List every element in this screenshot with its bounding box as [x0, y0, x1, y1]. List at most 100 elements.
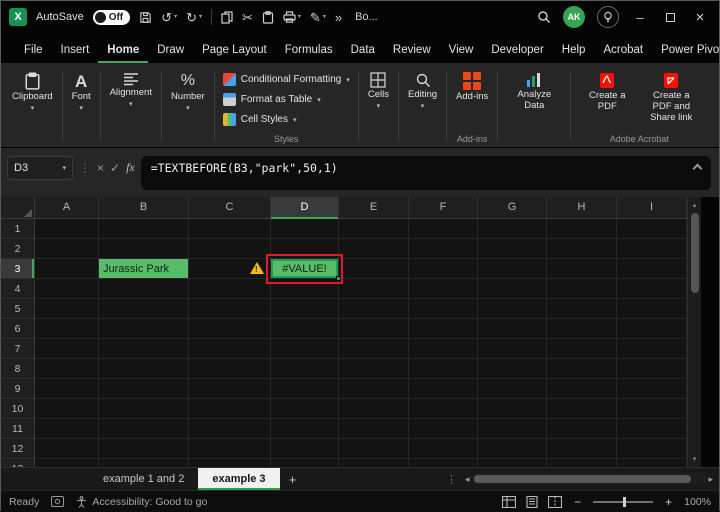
ribbon-tab-view[interactable]: View: [440, 38, 483, 63]
column-header-G[interactable]: G: [478, 197, 547, 219]
cancel-entry-button[interactable]: ×: [97, 156, 104, 175]
cell-G6[interactable]: [478, 319, 547, 339]
cell-B5[interactable]: [99, 299, 189, 319]
font-button[interactable]: A Font ▾: [67, 65, 96, 115]
cell-C11[interactable]: [189, 419, 271, 439]
cell-B4[interactable]: [99, 279, 189, 299]
row-header-1[interactable]: 1: [1, 219, 35, 239]
cell-A10[interactable]: [35, 399, 99, 419]
cell-I1[interactable]: [617, 219, 687, 239]
sheet-tab-example-1-and-2[interactable]: example 1 and 2: [89, 468, 198, 490]
cell-E1[interactable]: [339, 219, 409, 239]
cell-G2[interactable]: [478, 239, 547, 259]
column-header-C[interactable]: C: [189, 197, 271, 219]
cell-G1[interactable]: [478, 219, 547, 239]
cell-G10[interactable]: [478, 399, 547, 419]
undo-button[interactable]: ↺ ▾: [161, 11, 177, 24]
cell-D13[interactable]: [271, 459, 339, 467]
cell-C8[interactable]: [189, 359, 271, 379]
cell-D5[interactable]: [271, 299, 339, 319]
autosave-toggle[interactable]: Off: [92, 9, 131, 25]
cell-D6[interactable]: [271, 319, 339, 339]
sheetbar-splitter[interactable]: ⋮: [440, 468, 463, 490]
cell-G4[interactable]: [478, 279, 547, 299]
create-pdf-share-button[interactable]: Create a PDF and Share link: [639, 65, 703, 126]
add-sheet-button[interactable]: +: [280, 468, 306, 490]
cell-C13[interactable]: [189, 459, 271, 467]
cell-B10[interactable]: [99, 399, 189, 419]
cell-A1[interactable]: [35, 219, 99, 239]
cell-G11[interactable]: [478, 419, 547, 439]
cell-A7[interactable]: [35, 339, 99, 359]
cell-C7[interactable]: [189, 339, 271, 359]
scroll-left-icon[interactable]: ◂: [465, 474, 470, 485]
horizontal-scrollbar[interactable]: ◂ ▸: [463, 468, 719, 490]
cell-H4[interactable]: [547, 279, 617, 299]
cell-F12[interactable]: [409, 439, 478, 459]
column-header-A[interactable]: A: [35, 197, 99, 219]
cell-B9[interactable]: [99, 379, 189, 399]
cell-styles-button[interactable]: Cell Styles ▾: [219, 111, 354, 128]
cell-B13[interactable]: [99, 459, 189, 467]
cell-E4[interactable]: [339, 279, 409, 299]
cell-F4[interactable]: [409, 279, 478, 299]
cell-B6[interactable]: [99, 319, 189, 339]
cell-B3[interactable]: Jurassic Park: [99, 259, 189, 279]
copy-button[interactable]: [221, 10, 233, 24]
cell-E3[interactable]: [339, 259, 409, 279]
cell-H3[interactable]: [547, 259, 617, 279]
ribbon-tab-home[interactable]: Home: [98, 38, 148, 63]
ribbon-tab-draw[interactable]: Draw: [148, 38, 193, 63]
cell-B7[interactable]: [99, 339, 189, 359]
analyze-data-button[interactable]: Analyze Data: [502, 65, 566, 114]
zoom-slider-thumb[interactable]: [623, 496, 627, 507]
cell-G8[interactable]: [478, 359, 547, 379]
cell-H12[interactable]: [547, 439, 617, 459]
collapse-formula-bar-icon[interactable]: [692, 163, 703, 174]
column-header-D[interactable]: D: [271, 197, 339, 219]
error-warning-icon[interactable]: !: [250, 262, 265, 275]
cells-button[interactable]: Cells ▾: [363, 65, 394, 113]
ribbon-tab-power-pivot[interactable]: Power Pivot: [652, 38, 720, 63]
cell-F11[interactable]: [409, 419, 478, 439]
cell-F2[interactable]: [409, 239, 478, 259]
cell-C6[interactable]: [189, 319, 271, 339]
cell-F5[interactable]: [409, 299, 478, 319]
scroll-down-icon[interactable]: ▾: [693, 451, 697, 467]
conditional-formatting-button[interactable]: Conditional Formatting ▾: [219, 71, 354, 88]
editing-button[interactable]: Editing ▾: [403, 65, 442, 113]
name-box[interactable]: D3 ▾: [7, 156, 73, 180]
insert-function-button[interactable]: fx: [126, 156, 135, 175]
cell-F6[interactable]: [409, 319, 478, 339]
cell-G5[interactable]: [478, 299, 547, 319]
cell-B11[interactable]: [99, 419, 189, 439]
ribbon-tab-page-layout[interactable]: Page Layout: [193, 38, 276, 63]
row-header-7[interactable]: 7: [1, 339, 35, 359]
fill-handle[interactable]: [336, 276, 341, 281]
cell-D3[interactable]: #VALUE!: [266, 254, 343, 284]
more-commands-button[interactable]: »: [335, 11, 342, 24]
cell-A11[interactable]: [35, 419, 99, 439]
cell-I5[interactable]: [617, 299, 687, 319]
minimize-button[interactable]: –: [631, 10, 649, 25]
cell-I2[interactable]: [617, 239, 687, 259]
cell-C12[interactable]: [189, 439, 271, 459]
cell-H8[interactable]: [547, 359, 617, 379]
cell-H7[interactable]: [547, 339, 617, 359]
normal-view-icon[interactable]: [502, 495, 517, 508]
macro-record-icon[interactable]: [51, 496, 65, 507]
cell-D10[interactable]: [271, 399, 339, 419]
cell-D4[interactable]: [271, 279, 339, 299]
cell-H10[interactable]: [547, 399, 617, 419]
print-button[interactable]: ▾: [283, 11, 301, 23]
cell-F8[interactable]: [409, 359, 478, 379]
cell-E6[interactable]: [339, 319, 409, 339]
zoom-out-button[interactable]: −: [574, 495, 581, 509]
cell-D9[interactable]: [271, 379, 339, 399]
redo-button[interactable]: ↻ ▾: [186, 11, 202, 24]
cell-A13[interactable]: [35, 459, 99, 467]
create-pdf-button[interactable]: Create a PDF: [575, 65, 639, 115]
cell-I9[interactable]: [617, 379, 687, 399]
accessibility-status[interactable]: Accessibility: Good to go: [76, 496, 207, 508]
row-header-5[interactable]: 5: [1, 299, 35, 319]
